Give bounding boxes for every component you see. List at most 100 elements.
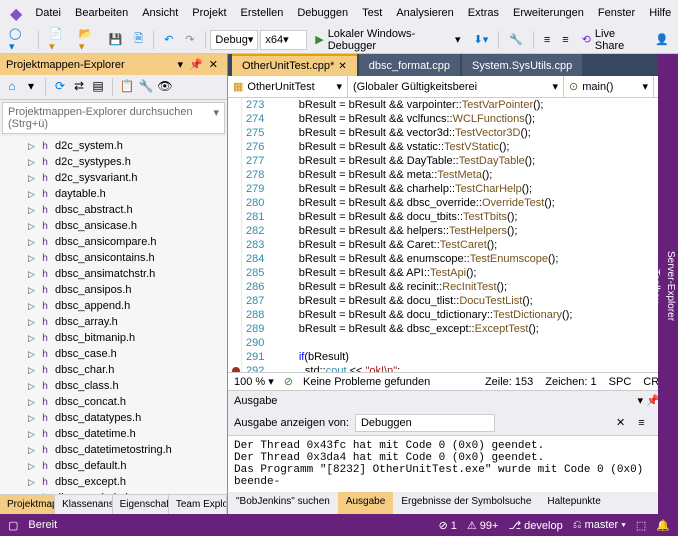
expand-caret-icon[interactable]: ▷ (28, 317, 38, 328)
show-all-icon[interactable]: 📋 (119, 78, 135, 94)
bottom-tab[interactable]: Ausgabe (338, 492, 393, 514)
redo-button[interactable]: ↷ (180, 30, 199, 49)
expand-caret-icon[interactable]: ▷ (28, 365, 38, 376)
file-item[interactable]: ▷hdaytable.h (0, 186, 227, 202)
output-content[interactable]: Der Thread 0x43fc hat mit Code 0 (0x0) g… (228, 436, 678, 492)
nav-scope-combo[interactable]: ▦OtherUnitTest▾ (228, 76, 348, 97)
file-item[interactable]: ▷hdbsc_bitmanip.h (0, 330, 227, 346)
refresh-icon[interactable]: ⟳ (52, 78, 68, 94)
expand-caret-icon[interactable]: ▷ (28, 173, 38, 184)
file-item[interactable]: ▷hdbsc_case.h (0, 346, 227, 362)
menu-projekt[interactable]: Projekt (185, 3, 233, 23)
expand-caret-icon[interactable]: ▷ (28, 477, 38, 488)
warning-count[interactable]: ⚠ 99+ (467, 519, 499, 532)
expand-caret-icon[interactable]: ▷ (28, 221, 38, 232)
menu-fenster[interactable]: Fenster (591, 3, 642, 23)
expand-caret-icon[interactable]: ▷ (28, 285, 38, 296)
undo-button[interactable]: ↶ (159, 30, 178, 49)
close-panel-icon[interactable]: ✕ (206, 58, 221, 71)
file-item[interactable]: ▷hd2c_sysvariant.h (0, 170, 227, 186)
menu-analysieren[interactable]: Analysieren (389, 3, 460, 23)
file-item[interactable]: ▷hdbsc_datetimetostring.h (0, 442, 227, 458)
expand-caret-icon[interactable]: ▷ (28, 237, 38, 248)
output-source-combo[interactable]: Debuggen (355, 414, 495, 432)
view-icon[interactable]: 👁 (157, 78, 173, 94)
start-debugger-button[interactable]: ▶Lokaler Windows-Debugger ▾ (309, 26, 466, 54)
branch-master[interactable]: ⎌ master ▾ (573, 519, 626, 532)
file-item[interactable]: ▷hdbsc_except.h (0, 474, 227, 490)
se-tab[interactable]: Projektmap... (0, 495, 55, 514)
file-item[interactable]: ▷hdbsc_abstract.h (0, 202, 227, 218)
config-combo[interactable]: Debug ▾ (210, 30, 258, 50)
branch-develop[interactable]: ⎇ develop (508, 519, 562, 532)
file-item[interactable]: ▷hdbsc_class.h (0, 378, 227, 394)
menu-test[interactable]: Test (355, 3, 389, 23)
bottom-tab[interactable]: Ergebnisse der Symbolsuche (393, 492, 539, 514)
solution-tree[interactable]: ▷hd2c_system.h▷hd2c_systypes.h▷hd2c_sysv… (0, 136, 227, 494)
filter-icon[interactable]: ▤ (90, 78, 106, 94)
outdent-button[interactable]: ≡ (557, 31, 573, 49)
error-count[interactable]: ⊘ 1 (438, 519, 456, 532)
properties-icon[interactable]: 🔧 (138, 78, 154, 94)
right-tab[interactable]: Diagnosetools (603, 246, 618, 325)
save-all-button[interactable]: 🗎 (129, 27, 148, 52)
source-control-icon[interactable]: ⬚ (636, 519, 646, 532)
pin-icon[interactable]: 📌 (186, 58, 206, 71)
search-dropdown-icon[interactable]: ▾ (213, 106, 219, 130)
right-tab[interactable]: Toolbox (648, 261, 663, 311)
file-item[interactable]: ▷hdbsc_append.h (0, 298, 227, 314)
menu-extras[interactable]: Extras (461, 3, 506, 23)
expand-caret-icon[interactable]: ▷ (28, 333, 38, 344)
expand-caret-icon[interactable]: ▷ (28, 157, 38, 168)
expand-caret-icon[interactable]: ▷ (28, 349, 38, 360)
expand-caret-icon[interactable]: ▷ (28, 189, 38, 200)
bottom-tab[interactable]: "BobJenkins" suchen (228, 492, 338, 514)
close-tab-icon[interactable]: ✕ (338, 61, 346, 72)
file-item[interactable]: ▷hdbsc_ansicase.h (0, 218, 227, 234)
notification-bell-icon[interactable]: 🔔 (656, 519, 670, 532)
se-tab[interactable]: Klassenansi... (55, 495, 112, 514)
expand-caret-icon[interactable]: ▷ (28, 253, 38, 264)
file-item[interactable]: ▷hdbsc_default.h (0, 458, 227, 474)
file-item[interactable]: ▷hdbsc_ansicontains.h (0, 250, 227, 266)
sync-icon[interactable]: ⇄ (71, 78, 87, 94)
collapse-icon[interactable]: ▾ (23, 78, 39, 94)
toggle-wrap-button[interactable]: ≡ (633, 414, 649, 432)
expand-caret-icon[interactable]: ▷ (28, 141, 38, 152)
menu-ansicht[interactable]: Ansicht (135, 3, 185, 23)
bottom-tab[interactable]: Haltepunkte (539, 492, 608, 514)
expand-caret-icon[interactable]: ▷ (28, 397, 38, 408)
file-item[interactable]: ▷hdbsc_char.h (0, 362, 227, 378)
expand-caret-icon[interactable]: ▷ (28, 381, 38, 392)
menu-erweiterungen[interactable]: Erweiterungen (506, 3, 591, 23)
file-item[interactable]: ▷hd2c_systypes.h (0, 154, 227, 170)
dropdown-icon[interactable]: ▾ (175, 58, 187, 71)
code-editor[interactable]: 2732742752762772782792802812822832842852… (228, 98, 678, 372)
doc-tab[interactable]: System.SysUtils.cpp (462, 54, 582, 76)
solution-explorer-search[interactable]: Projektmappen-Explorer durchsuchen (Strg… (2, 102, 225, 134)
zoom-combo[interactable]: 100 % ▾ (234, 375, 274, 388)
build-button[interactable]: 🔧 (504, 30, 528, 49)
expand-caret-icon[interactable]: ▷ (28, 413, 38, 424)
expand-caret-icon[interactable]: ▷ (28, 269, 38, 280)
nav-back-button[interactable]: ◯ ▾ (4, 24, 33, 56)
open-button[interactable]: 📂▾ (74, 24, 102, 56)
doc-tab[interactable]: OtherUnitTest.cpp*✕ (232, 54, 357, 76)
right-tab[interactable]: Benachrichtigungen (633, 234, 648, 338)
clear-output-button[interactable]: ✕ (611, 413, 630, 432)
expand-caret-icon[interactable]: ▷ (28, 205, 38, 216)
file-item[interactable]: ▷hdbsc_ansimatchstr.h (0, 266, 227, 282)
file-item[interactable]: ▷hdbsc_concat.h (0, 394, 227, 410)
platform-combo[interactable]: x64 ▾ (260, 30, 307, 50)
file-item[interactable]: ▷hdbsc_array.h (0, 314, 227, 330)
se-tab[interactable]: Eigenschaft... (113, 495, 169, 514)
menu-hilfe[interactable]: Hilfe (642, 3, 678, 23)
menu-debuggen[interactable]: Debuggen (290, 3, 355, 23)
menu-datei[interactable]: Datei (28, 3, 68, 23)
liveshare-button[interactable]: ⟲Live Share (576, 26, 649, 54)
right-tab[interactable]: Server-Explorer (663, 243, 678, 329)
nav-member-combo[interactable]: ⊙main()▾ (564, 76, 654, 97)
save-button[interactable]: 💾 (104, 30, 128, 49)
file-item[interactable]: ▷hdbsc_datatypes.h (0, 410, 227, 426)
step-button[interactable]: ⬇▾ (469, 30, 494, 49)
